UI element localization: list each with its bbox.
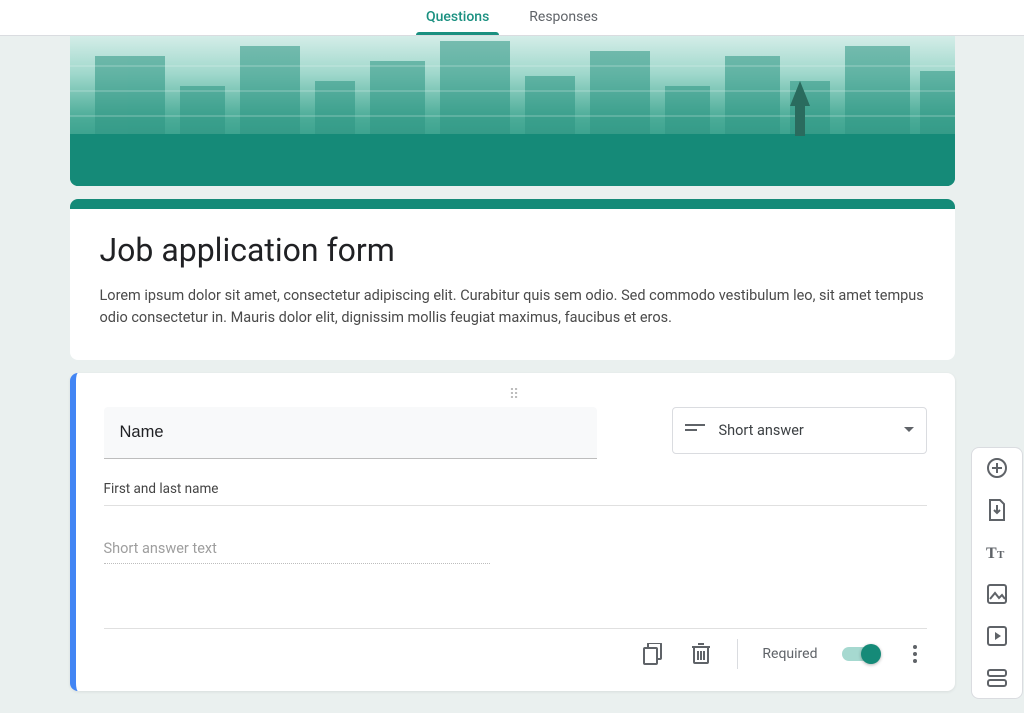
question-card[interactable]: ⠿ Short answer First and last name Short…: [70, 373, 955, 691]
trash-icon: [692, 643, 710, 665]
video-icon: [987, 626, 1007, 646]
short-answer-icon: [685, 424, 705, 436]
add-title-button[interactable]: TT: [985, 540, 1009, 564]
required-label: Required: [762, 646, 817, 662]
add-section-button[interactable]: [985, 666, 1009, 690]
image-icon: [987, 584, 1007, 604]
short-answer-preview: Short answer text: [104, 540, 491, 564]
question-type-dropdown[interactable]: Short answer: [672, 407, 927, 454]
more-options-button[interactable]: [903, 642, 927, 666]
add-video-button[interactable]: [985, 624, 1009, 648]
question-title-input[interactable]: [104, 407, 597, 459]
form-description[interactable]: Lorem ipsum dolor sit amet, consectetur …: [100, 285, 925, 330]
import-questions-button[interactable]: [985, 498, 1009, 522]
import-icon: [987, 499, 1007, 521]
svg-text:T: T: [997, 549, 1005, 561]
tab-questions[interactable]: Questions: [426, 9, 489, 35]
add-image-button[interactable]: [985, 582, 1009, 606]
text-icon: TT: [986, 543, 1008, 561]
required-toggle[interactable]: [842, 647, 879, 661]
more-vert-icon: [912, 644, 918, 664]
plus-circle-icon: [986, 457, 1008, 479]
form-title-card: Job application form Lorem ipsum dolor s…: [70, 199, 955, 360]
copy-icon: [643, 643, 663, 665]
form-banner: [70, 36, 955, 186]
add-question-button[interactable]: [985, 456, 1009, 480]
drag-handle-icon[interactable]: ⠿: [104, 387, 927, 401]
question-footer: Required: [104, 628, 927, 687]
form-title[interactable]: Job application form: [100, 231, 925, 269]
duplicate-button[interactable]: [641, 642, 665, 666]
tab-responses[interactable]: Responses: [529, 9, 598, 35]
question-type-label: Short answer: [719, 422, 890, 439]
section-icon: [987, 669, 1007, 687]
delete-button[interactable]: [689, 642, 713, 666]
chevron-down-icon: [904, 427, 914, 433]
svg-text:T: T: [986, 545, 997, 561]
divider: [737, 639, 738, 669]
tabs-bar: Questions Responses: [0, 0, 1024, 36]
floating-toolbar: TT: [971, 447, 1023, 699]
question-description[interactable]: First and last name: [104, 481, 927, 506]
